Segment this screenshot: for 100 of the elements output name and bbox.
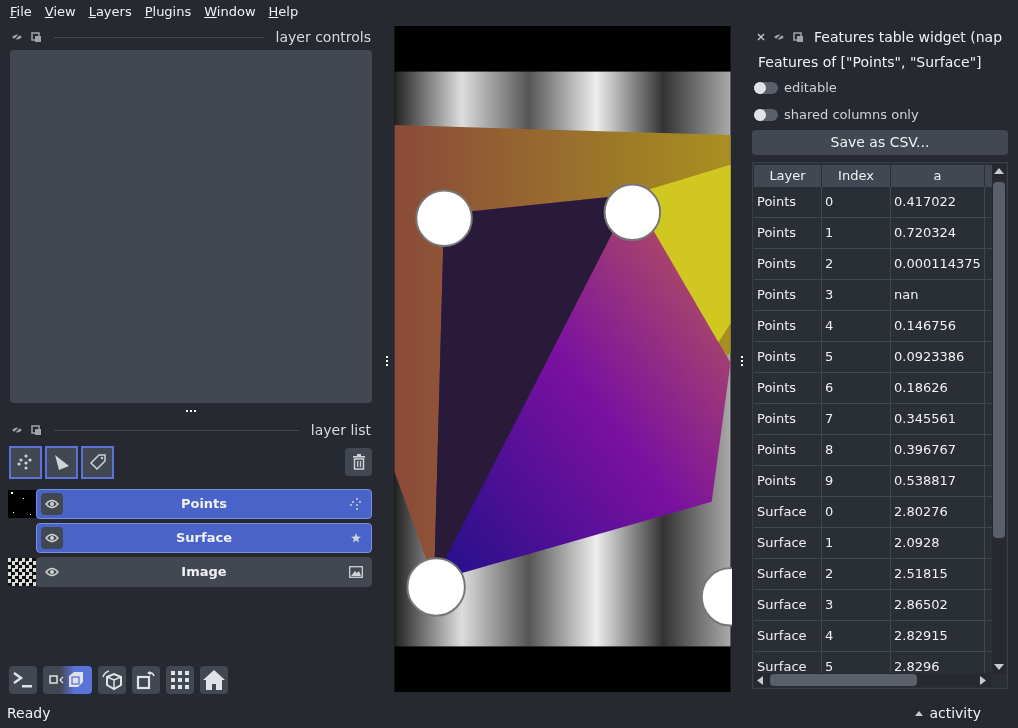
column-header[interactable]: Index: [822, 165, 891, 187]
home-icon: [203, 670, 225, 690]
table-cell: Points: [754, 435, 822, 465]
table-cell: 0: [822, 187, 891, 217]
layer-item[interactable]: Points: [36, 489, 372, 519]
table-cell: 8: [822, 435, 891, 465]
table-cell: 6: [822, 373, 891, 403]
table-cell: Points: [754, 404, 822, 434]
float-icon[interactable]: [31, 31, 42, 43]
new-points-layer-button[interactable]: [9, 445, 42, 479]
table-cell: 0: [822, 497, 891, 527]
table-cell: Points: [754, 311, 822, 341]
table-cell: Surface: [754, 559, 822, 589]
layer-item[interactable]: Surface: [36, 523, 372, 553]
layer-item[interactable]: Image: [36, 557, 372, 587]
eye-icon: [45, 533, 59, 543]
table-cell: 1: [822, 528, 891, 558]
table-cell: 0.538817: [891, 466, 985, 496]
new-shapes-layer-button[interactable]: [45, 445, 78, 479]
table-cell: Points: [754, 249, 822, 279]
table-cell: 0.0923386: [891, 342, 985, 372]
table-cell: 0.417022: [891, 187, 985, 217]
eye-icon: [45, 567, 59, 577]
table-cell: 2.82915: [891, 621, 985, 651]
table-cell: 4: [822, 621, 891, 651]
down-arrow-icon[interactable]: [994, 664, 1004, 670]
save-csv-button[interactable]: Save as CSV...: [752, 130, 1008, 155]
console-button[interactable]: [9, 666, 37, 694]
column-header[interactable]: Layer: [754, 165, 822, 187]
table-cell: 0.18626: [891, 373, 985, 403]
table-cell: 1: [822, 218, 891, 248]
table-cell: Points: [754, 373, 822, 403]
toggle-label: shared columns only: [784, 105, 919, 124]
left-arrow-icon[interactable]: [757, 676, 763, 685]
table-cell: 2: [822, 559, 891, 589]
table-cell: Points: [754, 218, 822, 248]
table-cell: Surface: [754, 590, 822, 620]
up-arrow-icon[interactable]: [994, 168, 1004, 174]
menu-item[interactable]: File: [10, 2, 32, 22]
visibility-icon[interactable]: [11, 425, 23, 435]
table-cell: 0.146756: [891, 311, 985, 341]
table-cell: Points: [754, 466, 822, 496]
table-cell: 0.720324: [891, 218, 985, 248]
panel-title: layer list: [310, 420, 371, 440]
table-cell: Surface: [754, 528, 822, 558]
table-cell: 4: [822, 311, 891, 341]
float-icon[interactable]: [31, 424, 42, 436]
table-cell: 3: [822, 280, 891, 310]
ndisplay-button[interactable]: [43, 666, 92, 694]
table-cell: Surface: [754, 497, 822, 527]
visibility-toggle[interactable]: [41, 527, 63, 549]
vertical-scrollbar[interactable]: [992, 164, 1006, 674]
layer-thumbnail: [8, 558, 36, 586]
horizontal-scrollbar[interactable]: [754, 673, 992, 687]
table-cell: 5: [822, 342, 891, 372]
table-cell: Surface: [754, 621, 822, 651]
toggle-switch[interactable]: [754, 108, 778, 121]
menu-item[interactable]: View: [44, 2, 76, 22]
visibility-icon[interactable]: [773, 32, 785, 42]
table-cell: Points: [754, 280, 822, 310]
status-text: Ready: [7, 703, 51, 723]
layer-thumbnail: [8, 490, 36, 518]
eye-icon: [45, 499, 59, 509]
trash-icon: [351, 454, 366, 470]
right-arrow-icon[interactable]: [980, 676, 986, 685]
toggle-label: editable: [784, 78, 837, 97]
toggle-switch[interactable]: [754, 81, 778, 94]
grid-icon: [171, 671, 189, 689]
square-arrow-icon: [135, 669, 157, 691]
roll-button[interactable]: [98, 666, 126, 694]
star-icon: [351, 533, 361, 543]
layer-name: Image: [180, 563, 228, 582]
menu-item[interactable]: Window: [204, 2, 256, 22]
visibility-toggle[interactable]: [41, 493, 63, 515]
table-cell: 9: [822, 466, 891, 496]
new-labels-layer-button[interactable]: [81, 445, 114, 479]
table-cell: 3: [822, 590, 891, 620]
table-cell: Points: [754, 187, 822, 217]
widget-heading: Features of ["Points", "Surface"]: [757, 52, 983, 72]
float-icon[interactable]: [793, 31, 804, 43]
widget-title: Features table widget (nap: [814, 27, 1003, 47]
scrollbar-thumb[interactable]: [770, 674, 917, 686]
menu-item[interactable]: Plugins: [144, 2, 192, 22]
column-header[interactable]: a: [891, 165, 985, 187]
menu-item[interactable]: Layers: [88, 2, 132, 22]
polygon-icon: [52, 453, 71, 471]
scrollbar-thumb[interactable]: [993, 182, 1005, 538]
visibility-icon[interactable]: [11, 32, 23, 42]
close-icon[interactable]: [757, 33, 765, 41]
menu-item[interactable]: Help: [268, 2, 299, 22]
transpose-button[interactable]: [132, 666, 160, 694]
delete-layer-button[interactable]: [345, 448, 372, 476]
table-cell: 2.80276: [891, 497, 985, 527]
activity-button[interactable]: activity: [915, 702, 981, 724]
table-cell: 2.86502: [891, 590, 985, 620]
layer-name: Points: [179, 495, 229, 514]
grid-button[interactable]: [166, 666, 194, 694]
canvas-render-drawing[interactable]: [393, 26, 732, 692]
home-button[interactable]: [200, 666, 228, 694]
table-cell: 0.000114375: [891, 249, 985, 279]
